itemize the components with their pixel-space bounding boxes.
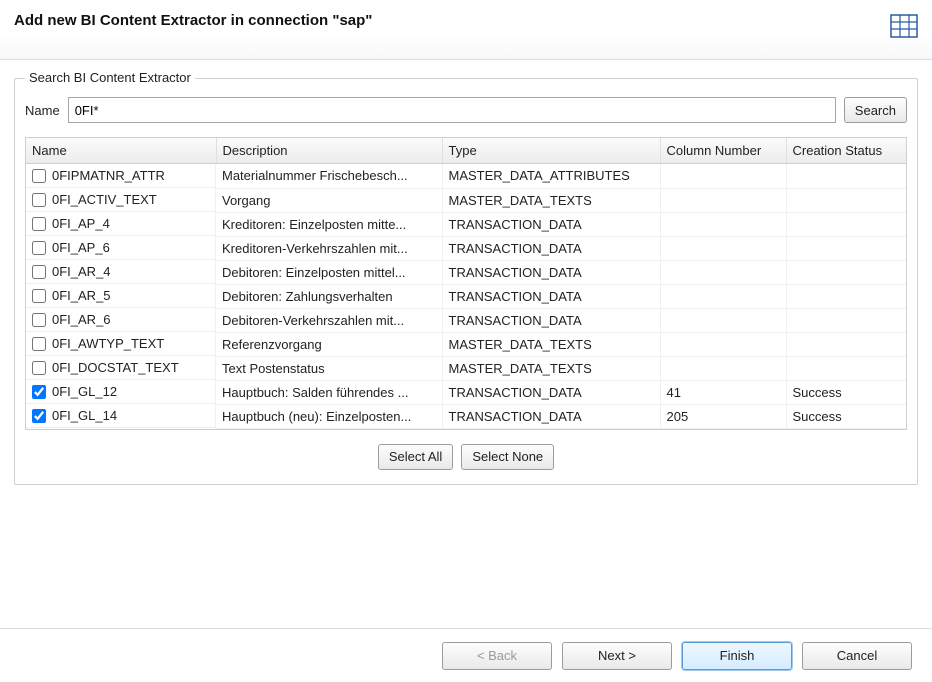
- table-row[interactable]: 0FIPMATNR_ATTR Materialnummer Frischebesc…: [26, 164, 906, 189]
- search-group: Search BI Content Extractor Name Search …: [14, 78, 918, 485]
- row-type: MASTER_DATA_ATTRIBUTES: [442, 164, 660, 189]
- row-description: Referenzvorgang: [216, 332, 442, 356]
- row-creation-status: [786, 284, 906, 308]
- row-checkbox[interactable]: [32, 385, 46, 399]
- finish-button[interactable]: Finish: [682, 642, 792, 670]
- row-checkbox[interactable]: [32, 409, 46, 423]
- group-legend: Search BI Content Extractor: [25, 70, 195, 85]
- row-column-number: [660, 284, 786, 308]
- row-name: 0FI_AWTYP_TEXT: [52, 336, 164, 351]
- row-column-number: [660, 308, 786, 332]
- row-description: Hauptbuch (neu): Einzelposten...: [216, 404, 442, 428]
- search-button[interactable]: Search: [844, 97, 907, 123]
- table-row[interactable]: 0FI_GL_12 Hauptbuch: Salden führendes ...…: [26, 380, 906, 404]
- row-checkbox[interactable]: [32, 289, 46, 303]
- row-checkbox[interactable]: [32, 241, 46, 255]
- row-description: Debitoren-Verkehrszahlen mit...: [216, 308, 442, 332]
- select-none-button[interactable]: Select None: [461, 444, 554, 470]
- col-header-description[interactable]: Description: [216, 138, 442, 164]
- row-name: 0FI_AP_4: [52, 216, 110, 231]
- table-row[interactable]: 0FI_AR_6 Debitoren-Verkehrszahlen mit...T…: [26, 308, 906, 332]
- row-checkbox[interactable]: [32, 265, 46, 279]
- row-column-number: 41: [660, 380, 786, 404]
- table-row[interactable]: 0FI_AP_6 Kreditoren-Verkehrszahlen mit...…: [26, 236, 906, 260]
- row-type: TRANSACTION_DATA: [442, 236, 660, 260]
- row-type: TRANSACTION_DATA: [442, 284, 660, 308]
- table-row[interactable]: 0FI_DOCSTAT_TEXT Text PostenstatusMASTER_…: [26, 356, 906, 380]
- select-all-button[interactable]: Select All: [378, 444, 453, 470]
- name-input[interactable]: [68, 97, 836, 123]
- row-name: 0FI_ACTIV_TEXT: [52, 192, 157, 207]
- row-creation-status: [786, 308, 906, 332]
- row-column-number: [660, 332, 786, 356]
- row-description: Hauptbuch: Salden führendes ...: [216, 380, 442, 404]
- table-row[interactable]: 0FI_AWTYP_TEXT ReferenzvorgangMASTER_DATA…: [26, 332, 906, 356]
- row-description: Kreditoren: Einzelposten mitte...: [216, 212, 442, 236]
- table-row[interactable]: 0FI_GL_14 Hauptbuch (neu): Einzelposten..…: [26, 404, 906, 428]
- name-label: Name: [25, 103, 60, 118]
- row-description: Vorgang: [216, 188, 442, 212]
- row-type: MASTER_DATA_TEXTS: [442, 188, 660, 212]
- row-type: TRANSACTION_DATA: [442, 260, 660, 284]
- row-column-number: [660, 212, 786, 236]
- row-name: 0FI_AR_4: [52, 264, 111, 279]
- row-column-number: 205: [660, 404, 786, 428]
- row-name: 0FI_GL_14: [52, 408, 117, 423]
- row-creation-status: [786, 212, 906, 236]
- row-checkbox[interactable]: [32, 337, 46, 351]
- row-type: TRANSACTION_DATA: [442, 404, 660, 428]
- row-column-number: [660, 356, 786, 380]
- row-type: MASTER_DATA_TEXTS: [442, 332, 660, 356]
- table-row[interactable]: 0FI_AP_4 Kreditoren: Einzelposten mitte..…: [26, 212, 906, 236]
- row-name: 0FI_AR_6: [52, 312, 111, 327]
- row-creation-status: [786, 260, 906, 284]
- col-header-type[interactable]: Type: [442, 138, 660, 164]
- row-creation-status: [786, 236, 906, 260]
- row-description: Kreditoren-Verkehrszahlen mit...: [216, 236, 442, 260]
- results-table: Name Description Type Column Number Crea…: [25, 137, 907, 430]
- cancel-button[interactable]: Cancel: [802, 642, 912, 670]
- row-name: 0FIPMATNR_ATTR: [52, 168, 165, 183]
- row-creation-status: [786, 164, 906, 189]
- row-checkbox[interactable]: [32, 217, 46, 231]
- row-name: 0FI_GL_12: [52, 384, 117, 399]
- row-checkbox[interactable]: [32, 169, 46, 183]
- dialog-title: Add new BI Content Extractor in connecti…: [14, 12, 372, 29]
- col-header-name[interactable]: Name: [26, 138, 216, 164]
- row-type: TRANSACTION_DATA: [442, 380, 660, 404]
- row-checkbox[interactable]: [32, 313, 46, 327]
- row-type: TRANSACTION_DATA: [442, 212, 660, 236]
- table-icon: [890, 12, 918, 40]
- row-creation-status: [786, 356, 906, 380]
- row-column-number: [660, 260, 786, 284]
- row-column-number: [660, 188, 786, 212]
- row-checkbox[interactable]: [32, 361, 46, 375]
- row-type: TRANSACTION_DATA: [442, 308, 660, 332]
- row-creation-status: Success: [786, 380, 906, 404]
- row-column-number: [660, 236, 786, 260]
- row-name: 0FI_AR_5: [52, 288, 111, 303]
- row-description: Materialnummer Frischebesch...: [216, 164, 442, 189]
- table-row[interactable]: 0FI_AR_5 Debitoren: ZahlungsverhaltenTRAN…: [26, 284, 906, 308]
- next-button[interactable]: Next >: [562, 642, 672, 670]
- table-row[interactable]: 0FI_ACTIV_TEXT VorgangMASTER_DATA_TEXTS: [26, 188, 906, 212]
- row-checkbox[interactable]: [32, 193, 46, 207]
- row-name: 0FI_AP_6: [52, 240, 110, 255]
- row-description: Debitoren: Zahlungsverhalten: [216, 284, 442, 308]
- row-name: 0FI_DOCSTAT_TEXT: [52, 360, 179, 375]
- table-row[interactable]: 0FI_AR_4 Debitoren: Einzelposten mittel..…: [26, 260, 906, 284]
- col-header-creation-status[interactable]: Creation Status: [786, 138, 906, 164]
- row-column-number: [660, 164, 786, 189]
- row-type: MASTER_DATA_TEXTS: [442, 356, 660, 380]
- row-creation-status: [786, 332, 906, 356]
- row-creation-status: [786, 188, 906, 212]
- col-header-column-number[interactable]: Column Number: [660, 138, 786, 164]
- row-description: Debitoren: Einzelposten mittel...: [216, 260, 442, 284]
- back-button: < Back: [442, 642, 552, 670]
- row-creation-status: Success: [786, 404, 906, 428]
- row-description: Text Postenstatus: [216, 356, 442, 380]
- wizard-footer: < Back Next > Finish Cancel: [0, 628, 932, 682]
